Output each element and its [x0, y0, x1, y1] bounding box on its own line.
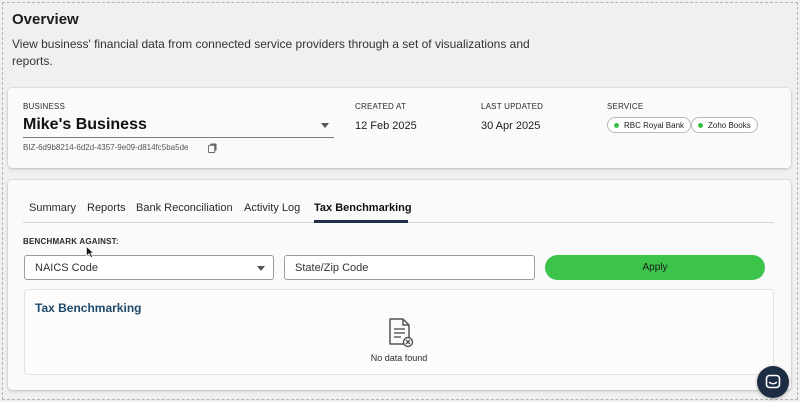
last-updated-label: LAST UPDATED [481, 102, 544, 111]
business-name: Mike's Business [23, 116, 147, 133]
tab-bar: Summary Reports Bank Reconciliation Acti… [23, 200, 774, 223]
page-title: Overview [12, 11, 79, 28]
mouse-cursor-icon [86, 246, 94, 258]
active-tab-indicator [314, 220, 408, 223]
chat-icon [765, 374, 781, 389]
naics-code-select[interactable]: NAICS Code [24, 255, 274, 280]
naics-code-placeholder: NAICS Code [35, 262, 98, 274]
state-zip-placeholder: State/Zip Code [295, 262, 369, 274]
created-at-label: CREATED AT [355, 102, 407, 111]
apply-button[interactable]: Apply [545, 255, 765, 280]
no-data-document-icon [389, 318, 414, 348]
service-chip[interactable]: RBC Royal Bank [607, 117, 692, 133]
benchmark-label: BENCHMARK AGAINST: [23, 237, 119, 246]
tabs-card: Summary Reports Bank Reconciliation Acti… [8, 180, 791, 390]
tab-tax-benchmarking[interactable]: Tax Benchmarking [314, 202, 412, 214]
empty-state-text: No data found [370, 353, 428, 363]
tab-bank-reconciliation[interactable]: Bank Reconciliation [136, 202, 233, 214]
status-dot [614, 122, 619, 128]
service-chip[interactable]: Zoho Books [691, 117, 758, 133]
service-chip-label: Zoho Books [708, 120, 751, 130]
page-header: Overview View business' financial data f… [12, 10, 532, 70]
results-title: Tax Benchmarking [35, 301, 142, 315]
business-id: BIZ-6d9b8214-6d2d-4357-9e09-d814fc5ba5de [23, 143, 189, 152]
service-label: SERVICE [607, 102, 644, 111]
chevron-down-icon [321, 123, 329, 128]
tab-summary[interactable]: Summary [29, 202, 76, 214]
business-info-card: BUSINESS Mike's Business BIZ-6d9b8214-6d… [8, 88, 791, 168]
tab-activity-log[interactable]: Activity Log [244, 202, 300, 214]
business-select[interactable]: Mike's Business [23, 112, 334, 138]
chat-support-button[interactable] [757, 366, 789, 398]
results-panel: Tax Benchmarking No data found [24, 289, 774, 375]
business-label: BUSINESS [23, 102, 66, 111]
service-chip-label: RBC Royal Bank [624, 120, 685, 130]
status-dot [698, 122, 703, 128]
page-description: View business' financial data from conne… [12, 37, 530, 68]
copy-icon[interactable] [208, 143, 217, 153]
tab-reports[interactable]: Reports [87, 202, 126, 214]
state-zip-input[interactable]: State/Zip Code [284, 255, 535, 280]
chevron-down-icon [257, 266, 265, 271]
created-at-value: 12 Feb 2025 [355, 120, 417, 132]
last-updated-value: 30 Apr 2025 [481, 120, 541, 132]
